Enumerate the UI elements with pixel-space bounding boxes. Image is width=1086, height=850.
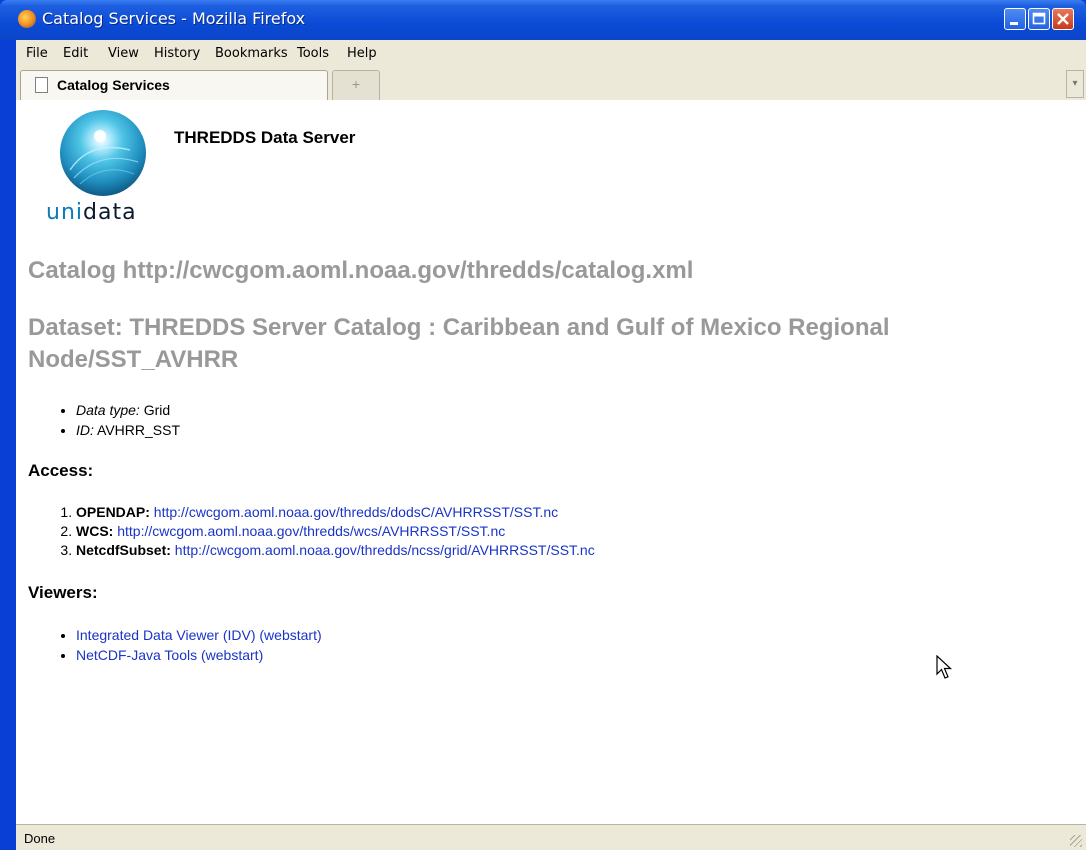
- menu-history[interactable]: History: [154, 46, 200, 61]
- firefox-icon: [18, 10, 36, 28]
- minimize-button[interactable]: [1004, 8, 1026, 30]
- browser-window: Catalog Services - Mozilla Firefox File …: [0, 0, 1086, 850]
- viewers-heading: Viewers:: [28, 583, 98, 602]
- unidata-logo-text: unidata: [46, 200, 137, 225]
- menu-tools[interactable]: Tools: [297, 46, 329, 61]
- access-item: NetcdfSubset: http://cwcgom.aoml.noaa.go…: [76, 541, 595, 560]
- property-value: Grid: [143, 402, 171, 418]
- logo-swirl-icon: [69, 130, 139, 185]
- service-name: NetcdfSubset:: [76, 542, 171, 558]
- close-button[interactable]: [1052, 8, 1074, 30]
- unidata-logo-icon: [60, 110, 146, 196]
- menu-edit[interactable]: Edit: [63, 46, 88, 61]
- viewers-list: Integrated Data Viewer (IDV) (webstart) …: [60, 625, 322, 665]
- window-title: Catalog Services - Mozilla Firefox: [42, 9, 306, 28]
- resize-grip-icon[interactable]: [1070, 835, 1082, 847]
- logo-text-data: data: [83, 200, 137, 225]
- property-label: Data type:: [76, 402, 140, 418]
- access-item: OPENDAP: http://cwcgom.aoml.noaa.gov/thr…: [76, 503, 595, 522]
- service-name: OPENDAP:: [76, 504, 150, 520]
- idv-webstart-link[interactable]: Integrated Data Viewer (IDV) (webstart): [76, 627, 322, 643]
- property-item: Data type: Grid: [76, 400, 180, 420]
- property-label: ID:: [76, 422, 94, 438]
- catalog-heading: Catalog http://cwcgom.aoml.noaa.gov/thre…: [28, 257, 694, 284]
- tab-bar: Catalog Services + ▾: [16, 66, 1086, 101]
- logo-text-uni: uni: [46, 200, 83, 225]
- netcdf-subset-link[interactable]: http://cwcgom.aoml.noaa.gov/thredds/ncss…: [175, 542, 595, 558]
- tab-label: Catalog Services: [57, 77, 170, 93]
- menu-view[interactable]: View: [108, 46, 139, 61]
- document-icon: [35, 77, 48, 93]
- tab-list-button[interactable]: ▾: [1066, 70, 1084, 98]
- dataset-properties: Data type: Grid ID: AVHRR_SST: [60, 400, 180, 440]
- minimize-icon: [1010, 22, 1018, 25]
- menu-help[interactable]: Help: [347, 46, 377, 61]
- dataset-heading: Dataset: THREDDS Server Catalog : Caribb…: [28, 314, 890, 373]
- maximize-icon: [1032, 12, 1046, 25]
- access-item: WCS: http://cwcgom.aoml.noaa.gov/thredds…: [76, 522, 595, 541]
- server-title: THREDDS Data Server: [174, 128, 356, 147]
- status-text: Done: [24, 831, 56, 846]
- access-list: OPENDAP: http://cwcgom.aoml.noaa.gov/thr…: [54, 503, 595, 560]
- property-value: AVHRR_SST: [97, 422, 180, 438]
- tab-catalog-services[interactable]: Catalog Services: [20, 70, 328, 100]
- access-heading: Access:: [28, 461, 94, 480]
- netcdf-java-tools-link[interactable]: NetCDF-Java Tools (webstart): [76, 647, 263, 663]
- page-content: unidata THREDDS Data Server Catalog http…: [16, 100, 1086, 824]
- viewer-item: NetCDF-Java Tools (webstart): [76, 645, 322, 665]
- mouse-cursor-icon: [936, 655, 953, 679]
- new-tab-button[interactable]: +: [332, 70, 380, 100]
- title-bar[interactable]: Catalog Services - Mozilla Firefox: [0, 0, 1086, 40]
- opendap-link[interactable]: http://cwcgom.aoml.noaa.gov/thredds/dods…: [154, 504, 558, 520]
- menu-file[interactable]: File: [26, 46, 48, 61]
- menu-bookmarks[interactable]: Bookmarks: [215, 46, 288, 61]
- viewer-item: Integrated Data Viewer (IDV) (webstart): [76, 625, 322, 645]
- service-name: WCS:: [76, 523, 114, 539]
- status-bar: Done: [16, 824, 1086, 850]
- wcs-link[interactable]: http://cwcgom.aoml.noaa.gov/thredds/wcs/…: [117, 523, 505, 539]
- close-icon: [1057, 13, 1069, 25]
- property-item: ID: AVHRR_SST: [76, 420, 180, 440]
- menu-bar: File Edit View History Bookmarks Tools H…: [16, 40, 1086, 67]
- maximize-button[interactable]: [1028, 8, 1050, 30]
